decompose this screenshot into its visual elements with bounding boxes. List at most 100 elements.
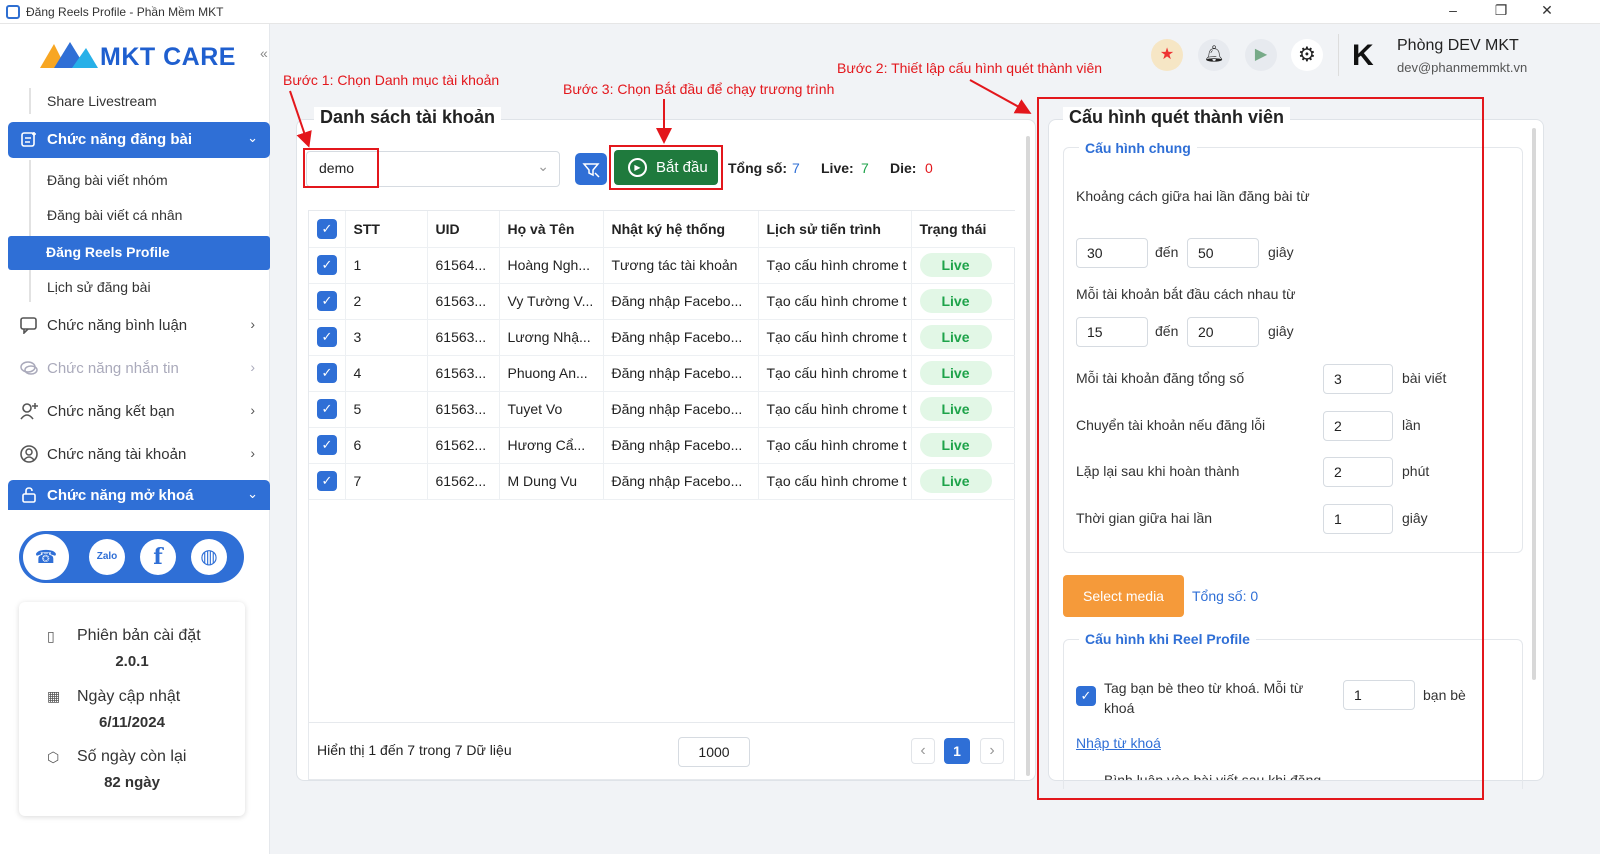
support-icon[interactable]: ☎ [23, 534, 69, 580]
table-cell: Hoàng Ngh... [499, 247, 604, 284]
maximize-button[interactable]: ❐ [1486, 2, 1516, 19]
sidebar-item-account-label: Chức năng tài khoản [47, 446, 187, 463]
header-divider [1338, 34, 1339, 76]
die-value: 0 [925, 160, 933, 176]
prev-page-button[interactable]: ‹ [911, 738, 935, 764]
page-1-button[interactable]: 1 [944, 738, 970, 764]
row-checkbox[interactable]: ✓ [309, 391, 346, 428]
die-label: Die: [890, 160, 917, 176]
play-icon[interactable]: ▶ [1245, 39, 1277, 71]
sidebar-item-reels-profile[interactable]: Đăng Reels Profile [8, 236, 270, 270]
minimize-button[interactable]: – [1438, 2, 1468, 18]
chevron-down-icon: ⌄ [537, 158, 549, 174]
row-checkbox[interactable]: ✓ [309, 355, 346, 392]
status-badge: Live [919, 433, 992, 457]
table-row[interactable]: ✓ 3 61563... Lương Nhậ... Đăng nhập Facebo..… [309, 319, 1015, 356]
table-cell: Hương Cẩ... [499, 427, 604, 464]
status-cell: Live [911, 319, 1015, 356]
next-page-button[interactable]: › [980, 738, 1004, 764]
sidebar-group-post[interactable]: Chức năng đăng bài ⌄ [8, 122, 270, 158]
sidebar-item-friend-label: Chức năng kết bạn [47, 403, 175, 420]
gear-icon[interactable]: ⚙ [1291, 39, 1323, 71]
filter-icon [582, 163, 600, 178]
title-bar: Đăng Reels Profile - Phần Mềm MKT – ❐ ✕ [0, 0, 1600, 24]
version-value: 2.0.1 [115, 653, 149, 670]
sidebar-group-unlock[interactable]: Chức năng mở khoá ⌄ [8, 480, 270, 510]
box-icon: ⬡ [47, 749, 60, 765]
column-header[interactable]: UID [427, 211, 500, 248]
status-badge: Live [919, 325, 992, 349]
step3-annotation: Bước 3: Chọn Bắt đầu để chạy trương trìn… [563, 81, 835, 97]
table-cell: 61563... [427, 283, 500, 320]
bell-icon[interactable]: 🔔︎ [1198, 39, 1230, 71]
sidebar-item-comment[interactable]: Chức năng bình luận › [20, 312, 265, 342]
sidebar-item-message[interactable]: Chức năng nhắn tin › [20, 355, 265, 385]
sidebar-item-group-post[interactable]: Đăng bài viết nhóm [47, 172, 168, 188]
row-checkbox[interactable]: ✓ [309, 463, 346, 500]
table-cell: M Dung Vu [499, 463, 604, 500]
globe-icon[interactable]: ◍ [191, 539, 227, 575]
table-row[interactable]: ✓ 5 61563... Tuyet Vo Đăng nhập Facebo... Tạo… [309, 391, 1015, 428]
status-cell: Live [911, 391, 1015, 428]
column-header[interactable]: Lịch sử tiến trình [758, 211, 912, 248]
chevron-right-icon: › [250, 316, 255, 332]
sidebar-item-friend[interactable]: Chức năng kết bạn › [20, 398, 265, 428]
zalo-icon[interactable]: Zalo [89, 539, 125, 575]
table-cell: Đăng nhập Facebo... [603, 391, 759, 428]
tree-line [29, 88, 31, 114]
social-bar: ☎ Zalo f ◍ [19, 531, 244, 583]
pagination-info: Hiển thị 1 đến 7 trong 7 Dữ liệu [317, 742, 512, 758]
table-cell: Tạo cấu hình chrome t [758, 427, 912, 464]
table-cell: 1 [345, 247, 428, 284]
start-button[interactable]: ▶ Bắt đầu [614, 150, 718, 185]
sidebar-item-account[interactable]: Chức năng tài khoản › [20, 441, 265, 471]
page-size-select[interactable]: 1000 [678, 737, 750, 767]
table-cell: Tạo cấu hình chrome t [758, 355, 912, 392]
table-row[interactable]: ✓ 7 61562... M Dung Vu Đăng nhập Facebo... Tạ… [309, 463, 1015, 500]
table-row[interactable]: ✓ 4 61563... Phuong An... Đăng nhập Facebo..… [309, 355, 1015, 392]
row-checkbox[interactable]: ✓ [309, 427, 346, 464]
facebook-icon[interactable]: f [140, 539, 176, 575]
sidebar-item-post-history[interactable]: Lịch sử đăng bài [47, 279, 151, 295]
star-icon[interactable]: ★ [1151, 39, 1183, 71]
status-badge: Live [919, 469, 992, 493]
scrollbar[interactable] [1026, 136, 1030, 776]
sidebar-item-personal-post[interactable]: Đăng bài viết cá nhân [47, 207, 182, 223]
table-cell: Tương tác tài khoản [603, 247, 759, 284]
row-checkbox[interactable]: ✓ [309, 319, 346, 356]
logo-text: MKT CARE [100, 43, 236, 71]
column-header[interactable]: Trạng thái [911, 211, 1015, 248]
column-header[interactable]: STT [345, 211, 428, 248]
sidebar-item-share-livestream[interactable]: Share Livestream [47, 93, 157, 109]
chat-icon [20, 361, 38, 375]
row-checkbox[interactable]: ✓ [309, 283, 346, 320]
close-button[interactable]: ✕ [1532, 2, 1562, 19]
version-icon: ▯ [47, 628, 55, 644]
avatar[interactable]: K [1352, 39, 1374, 73]
column-header[interactable]: Nhật ký hệ thống [603, 211, 759, 248]
user-name: Phòng DEV MKT [1397, 37, 1519, 54]
config-scrollbar[interactable] [1532, 128, 1536, 680]
window-title: Đăng Reels Profile - Phần Mềm MKT [26, 5, 224, 19]
unlock-icon [22, 487, 36, 503]
sidebar-item-comment-label: Chức năng bình luận [47, 317, 188, 334]
total-label: Tổng số: [728, 160, 788, 176]
select-all-checkbox[interactable]: ✓ [309, 211, 346, 248]
table-cell: 6 [345, 427, 428, 464]
table-cell: Tạo cấu hình chrome t [758, 463, 912, 500]
table-row[interactable]: ✓ 2 61563... Vy Tường V... Đăng nhập Facebo.… [309, 283, 1015, 320]
updated-value: 6/11/2024 [99, 714, 165, 731]
row-checkbox[interactable]: ✓ [309, 247, 346, 284]
status-cell: Live [911, 463, 1015, 500]
collapse-sidebar-icon[interactable]: « [260, 45, 268, 61]
column-header[interactable]: Họ và Tên [499, 211, 604, 248]
calendar-icon: ▦ [47, 688, 61, 704]
sidebar-item-reels-profile-label: Đăng Reels Profile [46, 244, 170, 260]
table-cell: Đăng nhập Facebo... [603, 319, 759, 356]
table-cell: Tạo cấu hình chrome t [758, 283, 912, 320]
filter-clear-button[interactable] [575, 153, 607, 185]
remaining-label: Số ngày còn lại [77, 748, 187, 765]
table-row[interactable]: ✓ 1 61564... Hoàng Ngh... Tương tác tài khoả… [309, 247, 1015, 284]
table-row[interactable]: ✓ 6 61562... Hương Cẩ... Đăng nhập Facebo...… [309, 427, 1015, 464]
table-cell: 61562... [427, 463, 500, 500]
